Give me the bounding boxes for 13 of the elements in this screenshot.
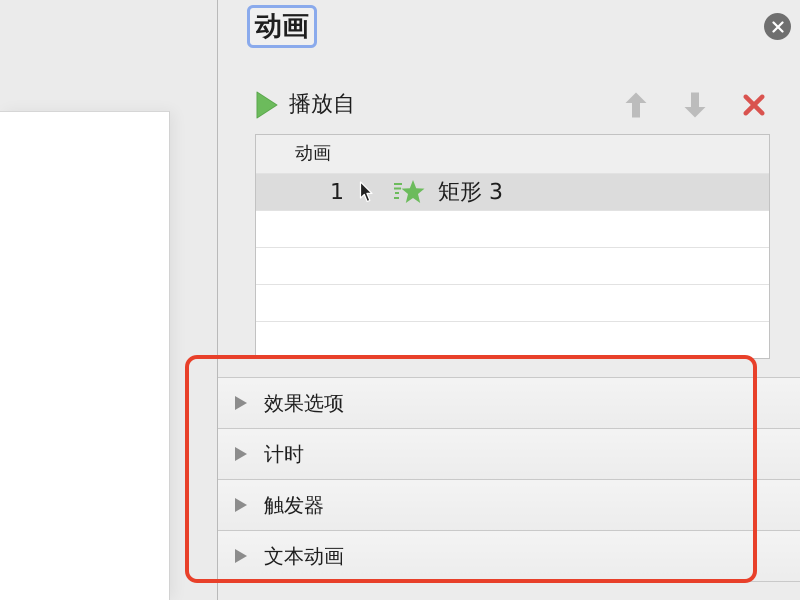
order-number: 1 [329, 180, 344, 204]
cross-icon [743, 92, 765, 118]
close-icon [772, 20, 784, 32]
pane-title: 动画 [247, 5, 317, 48]
play-from-button[interactable]: 播放自 [256, 90, 355, 120]
column-header: 动画 [256, 135, 769, 173]
arrow-down-icon [684, 92, 706, 118]
mouse-pointer-icon [359, 181, 373, 203]
play-icon [256, 91, 278, 119]
close-button[interactable] [764, 13, 791, 40]
arrow-up-icon [625, 92, 647, 118]
effect-target-name: 矩形 3 [438, 179, 503, 207]
animation-list-row[interactable]: 1 矩形 3 [256, 173, 769, 210]
